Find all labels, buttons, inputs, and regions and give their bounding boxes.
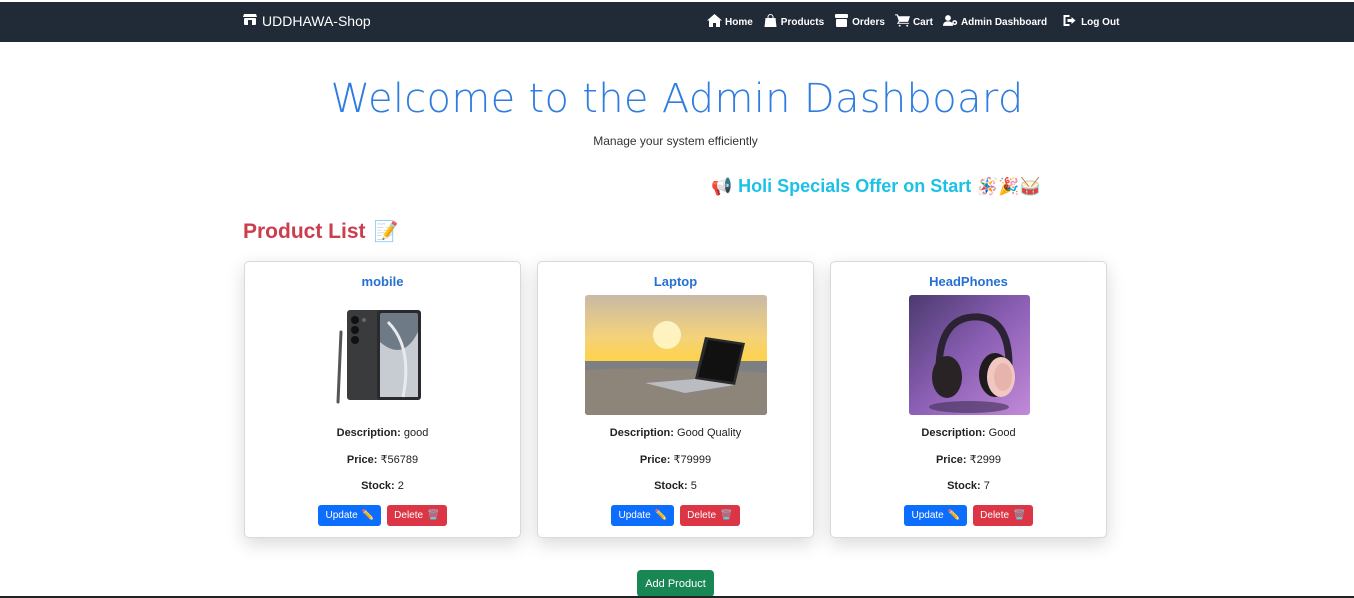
pencil-icon: ✏️ [654, 510, 668, 521]
promo-banner: 📢 Holi Specials Offer on Start 🪅🎉🥁 [711, 176, 1041, 197]
trash-icon: 🗑️ [1013, 510, 1026, 521]
brand-name: UDDHAWA-Shop [262, 13, 371, 29]
product-description: Description: Good Quality [609, 427, 742, 439]
pencil-icon: ✏️ [947, 510, 961, 521]
product-card: mobile Description: good Price: ₹56789 S… [244, 261, 521, 538]
nav-label-orders: Orders [852, 16, 885, 28]
product-card: Laptop Description: Good Quality Price: … [537, 261, 814, 538]
update-button[interactable]: Update ✏️ [318, 505, 382, 526]
add-product-button[interactable]: Add Product [637, 570, 714, 597]
product-name: HeadPhones [929, 274, 1008, 289]
product-price: Price: ₹79999 [639, 454, 712, 466]
celebration-icons: 🪅🎉🥁 [977, 177, 1041, 196]
card-actions: Update ✏️ Delete 🗑️ [245, 505, 520, 526]
card-actions: Update ✏️ Delete 🗑️ [538, 505, 813, 526]
nav-item-logout[interactable]: Log Out [1063, 14, 1119, 30]
product-stock: Stock: 7 [947, 480, 990, 492]
nav-item-home[interactable]: Home [707, 14, 753, 30]
headphones-image [909, 295, 1030, 415]
brand-link[interactable]: UDDHAWA-Shop [243, 13, 371, 29]
box-icon [834, 14, 849, 30]
product-name: Laptop [653, 274, 698, 289]
nav-item-products[interactable]: Products [763, 14, 824, 30]
home-icon [707, 14, 722, 30]
trash-icon: 🗑️ [427, 510, 440, 521]
memo-icon: 📝 [373, 221, 399, 243]
nav-label-products: Products [780, 16, 825, 28]
nav-item-orders[interactable]: Orders [834, 14, 885, 30]
pencil-icon: ✏️ [361, 510, 375, 521]
card-actions: Update ✏️ Delete 🗑️ [831, 505, 1106, 526]
nav-label-admin-dashboard: Admin Dashboard [960, 16, 1048, 28]
cart-icon [894, 14, 910, 30]
product-name: mobile [361, 274, 404, 289]
nav-item-admin-dashboard[interactable]: Admin Dashboard [942, 14, 1048, 30]
bag-icon [763, 14, 778, 30]
navbar: UDDHAWA-Shop Home Products Orders Cart A… [0, 2, 1354, 42]
trash-icon: 🗑️ [720, 510, 733, 521]
nav-links: Home Products Orders Cart Admin Dashboar… [707, 14, 1129, 30]
update-button[interactable]: Update ✏️ [904, 505, 968, 526]
megaphone-icon: 📢 [711, 177, 733, 196]
delete-button[interactable]: Delete 🗑️ [680, 505, 740, 526]
product-card: HeadPhones Description: Good Price: ₹299… [830, 261, 1107, 538]
nav-label-logout: Log Out [1081, 16, 1120, 28]
nav-label-home: Home [725, 16, 753, 28]
page-subtitle: Manage your system efficiently [593, 134, 758, 148]
product-stock: Stock: 2 [361, 480, 404, 492]
section-title: Product List 📝 [243, 220, 398, 244]
logout-icon [1063, 14, 1078, 30]
delete-button[interactable]: Delete 🗑️ [973, 505, 1033, 526]
phone-image [333, 302, 425, 408]
product-price: Price: ₹56789 [346, 454, 419, 466]
promo-text: Holi Specials Offer on Start [738, 176, 972, 196]
page-title: Welcome to the Admin Dashboard [330, 76, 1024, 122]
product-price: Price: ₹2999 [935, 454, 1002, 466]
update-button[interactable]: Update ✏️ [611, 505, 675, 526]
nav-label-cart: Cart [912, 16, 933, 28]
product-stock: Stock: 5 [654, 480, 697, 492]
delete-button[interactable]: Delete 🗑️ [387, 505, 447, 526]
section-title-text: Product List [243, 220, 366, 243]
product-description: Description: Good [921, 427, 1016, 439]
product-description: Description: good [336, 427, 429, 439]
store-icon [243, 13, 257, 29]
laptop-beach-image [585, 295, 767, 415]
nav-item-cart[interactable]: Cart [894, 14, 933, 30]
user-gear-icon [942, 14, 958, 30]
